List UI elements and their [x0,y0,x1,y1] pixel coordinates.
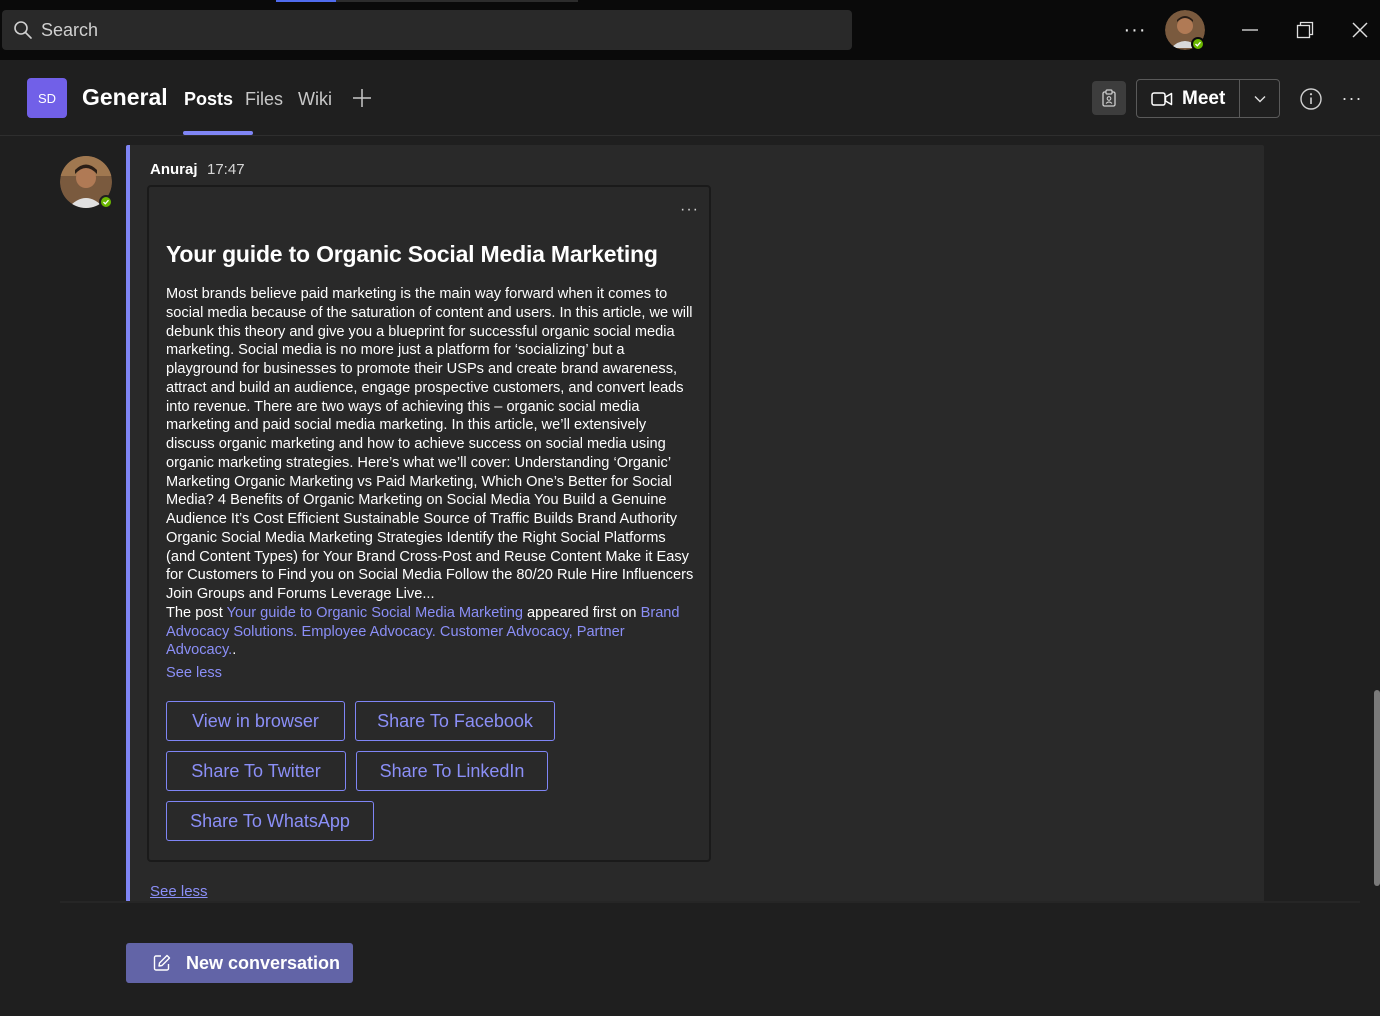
view-in-browser-button[interactable]: View in browser [166,701,345,741]
clipboard-icon [1102,89,1116,107]
message-author[interactable]: Anuraj [150,161,198,178]
meet-label: Meet [1182,87,1226,109]
close-icon [1352,22,1368,38]
post-suffix: . [232,642,237,659]
chevron-down-icon [1254,95,1265,102]
info-icon[interactable] [1298,86,1324,112]
window-tab-strip [336,0,578,2]
channel-title: General [82,84,168,110]
share-whatsapp-button[interactable]: Share To WhatsApp [166,801,374,841]
message-post: Anuraj 17:47 ··· Your guide to Organic S… [126,145,1264,902]
meet-split-button: Meet [1136,79,1280,118]
tab-files[interactable]: Files [245,89,283,110]
close-button[interactable] [1344,14,1376,46]
channel-header: SD General Posts Files Wiki Meet ··· [0,60,1380,136]
window-tab-indicator [276,0,336,2]
search-icon [14,21,32,39]
minimize-icon [1242,29,1258,31]
adaptive-card: ··· Your guide to Organic Social Media M… [147,185,711,862]
card-body: Most brands believe paid marketing is th… [166,285,694,660]
video-camera-icon [1151,91,1173,106]
add-tab-icon[interactable] [350,86,374,110]
new-conversation-label: New conversation [186,952,341,973]
card-title: Your guide to Organic Social Media Marke… [166,241,658,267]
card-description: Most brands believe paid marketing is th… [166,286,694,602]
presence-available-icon [99,195,113,209]
message-see-less-link[interactable]: See less [150,883,208,900]
compose-icon [153,954,171,971]
team-avatar[interactable]: SD [27,78,67,118]
thread-divider [60,901,1360,903]
search-input[interactable] [41,19,821,41]
tab-wiki[interactable]: Wiki [298,89,332,110]
active-tab-indicator [183,131,253,135]
card-more-button[interactable]: ··· [680,201,699,219]
settings-more-button[interactable]: ··· [1120,16,1150,44]
tab-posts[interactable]: Posts [184,89,233,110]
profile-avatar-button[interactable] [1165,10,1205,51]
minimize-button[interactable] [1234,14,1266,46]
message-author-avatar[interactable] [60,156,114,210]
scrollbar-thumb[interactable] [1374,690,1380,886]
meet-options-dropdown[interactable] [1240,80,1279,117]
restore-button[interactable] [1289,14,1321,46]
search-box[interactable] [2,10,852,50]
post-prefix: The post [166,604,227,621]
post-link[interactable]: Your guide to Organic Social Media Marke… [227,605,523,621]
share-facebook-button[interactable]: Share To Facebook [355,701,555,741]
new-conversation-button[interactable]: New conversation [126,943,353,983]
title-bar: ··· [0,0,1380,60]
approvals-button[interactable] [1092,81,1126,115]
restore-icon [1296,21,1314,39]
channel-more-button[interactable]: ··· [1340,86,1364,110]
share-twitter-button[interactable]: Share To Twitter [166,751,346,791]
presence-available-icon [1191,37,1205,51]
card-see-less-link[interactable]: See less [166,665,222,681]
share-linkedin-button[interactable]: Share To LinkedIn [356,751,548,791]
meet-button[interactable]: Meet [1137,80,1240,117]
post-middle: appeared first on [522,604,641,621]
message-timestamp: 17:47 [207,161,245,178]
